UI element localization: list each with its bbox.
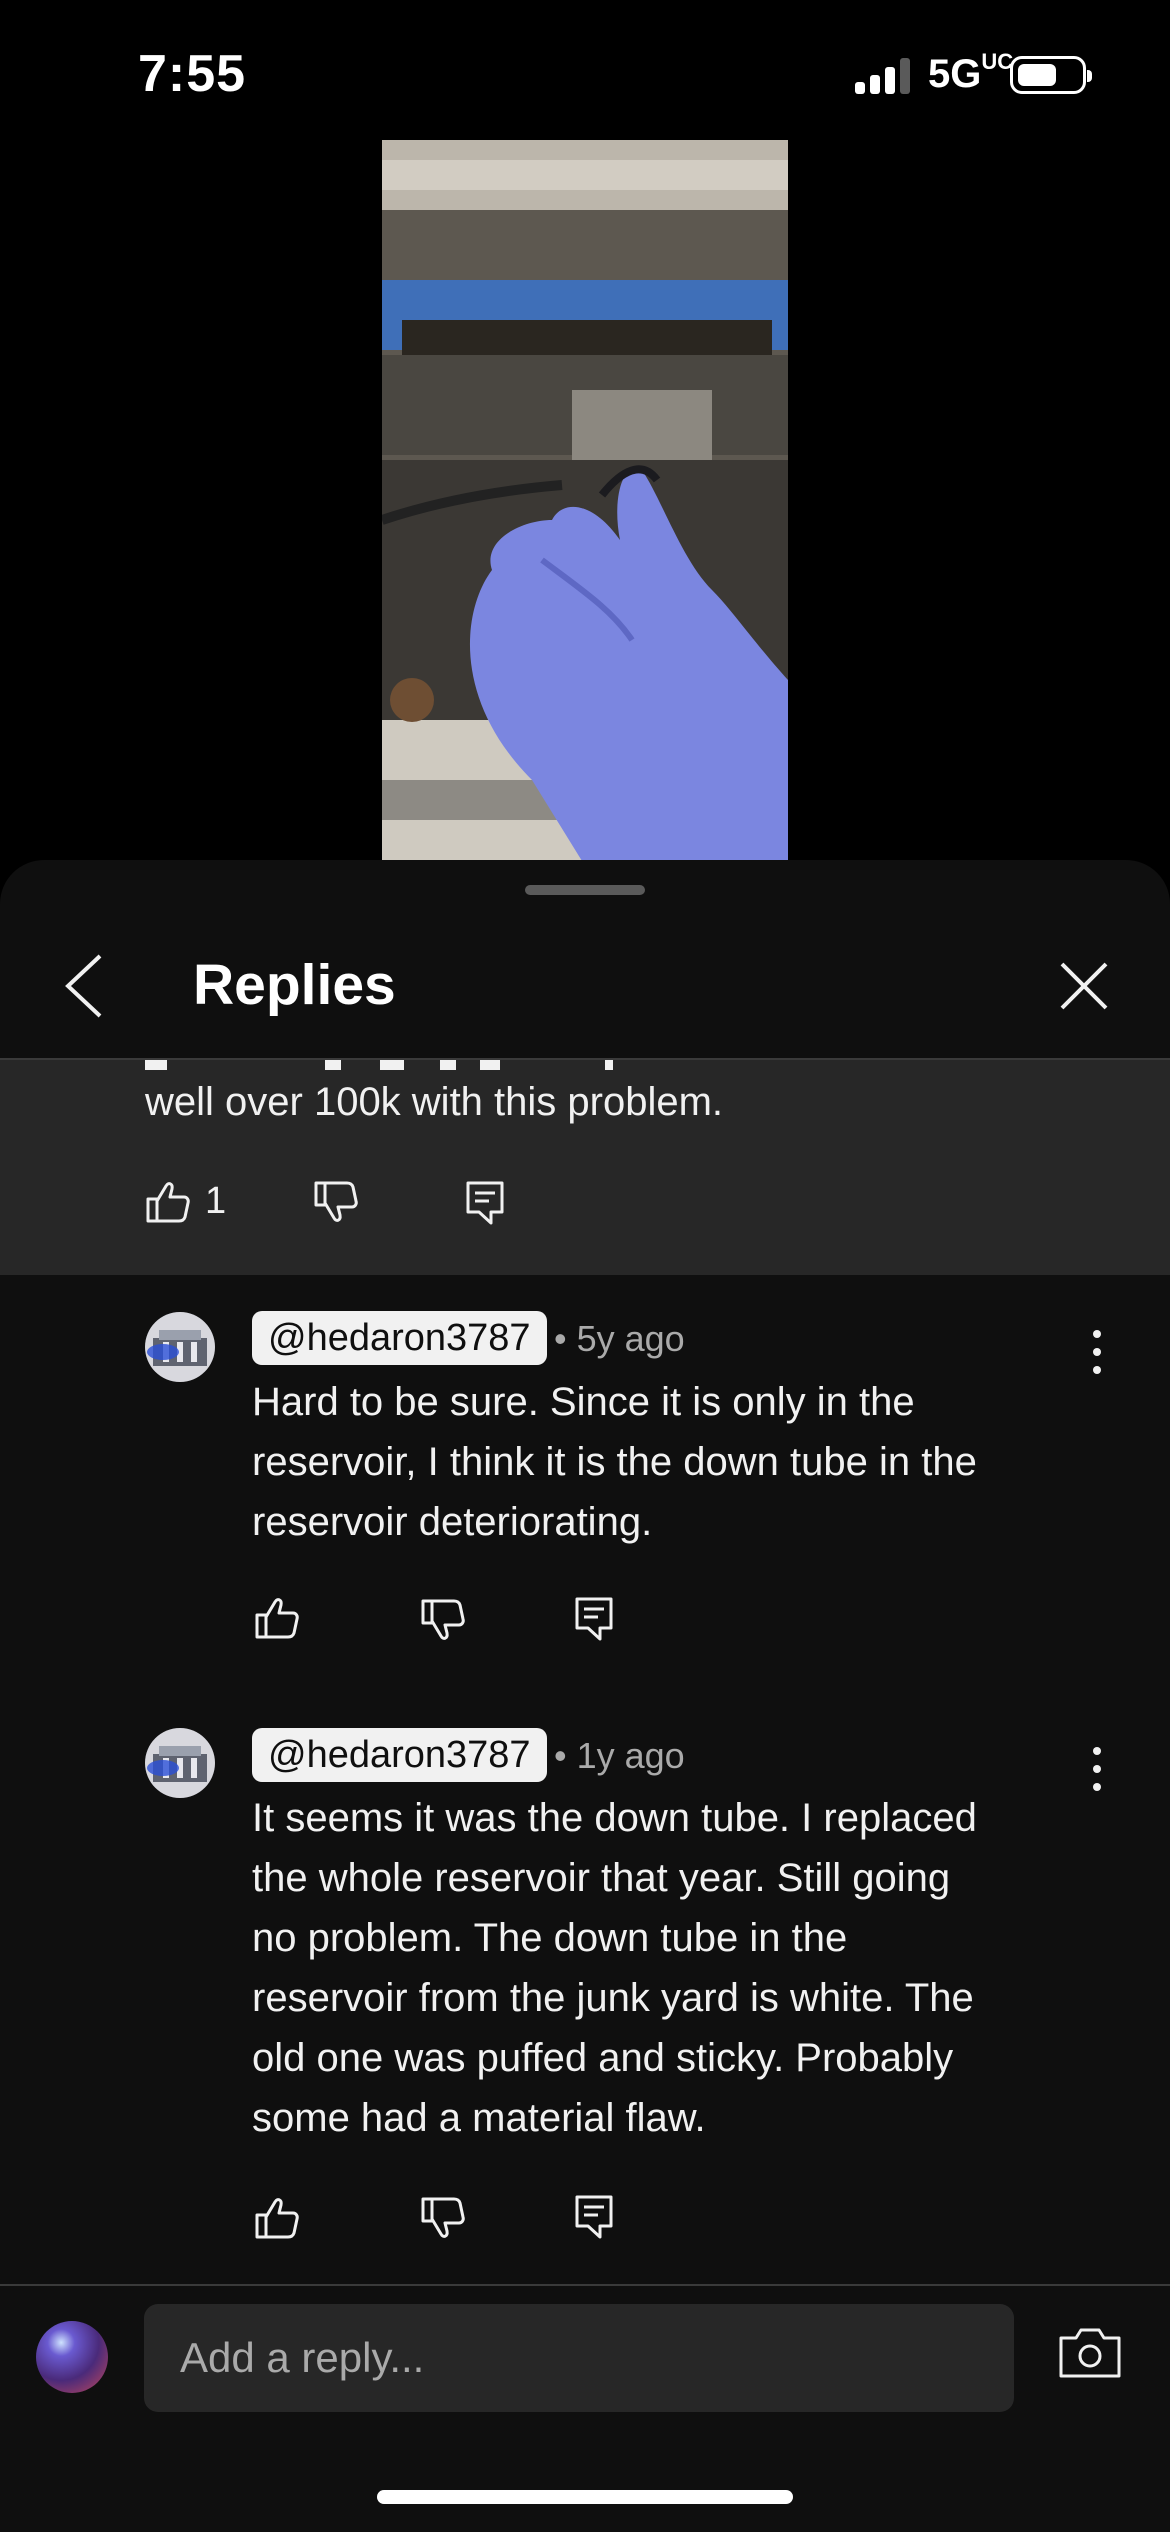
page-title: Replies xyxy=(193,953,396,1017)
avatar-image xyxy=(145,1728,215,1798)
cellular-signal-icon xyxy=(855,58,915,94)
parent-comment-text: well over 100k with this problem. xyxy=(145,1080,724,1124)
camera-icon xyxy=(1059,2328,1121,2378)
close-icon xyxy=(1060,962,1108,1010)
like-button[interactable] xyxy=(254,1596,300,1642)
comment-age: • 1y ago xyxy=(554,1735,685,1776)
video-player[interactable] xyxy=(382,140,788,861)
comment-author-handle[interactable]: @hedaron3787 xyxy=(252,1311,547,1365)
dislike-button[interactable] xyxy=(420,1598,466,1644)
chevron-left-icon xyxy=(65,954,102,1018)
battery-icon xyxy=(1010,56,1092,94)
like-count: 1 xyxy=(205,1180,227,1222)
comment-age: • 5y ago xyxy=(554,1318,685,1359)
thumbs-up-icon xyxy=(255,2198,299,2239)
comment-author-handle[interactable]: @hedaron3787 xyxy=(252,1728,547,1782)
home-indicator[interactable] xyxy=(377,2490,793,2504)
avatar[interactable] xyxy=(145,1312,215,1382)
like-button[interactable] xyxy=(254,2196,300,2242)
video-thumbnail-image xyxy=(382,140,788,861)
comment-text: It seems it was the down tube. I replace… xyxy=(252,1796,977,2140)
reply-comment-icon xyxy=(466,1181,504,1225)
my-avatar xyxy=(36,2321,108,2393)
composer-divider xyxy=(0,2284,1170,2286)
reply-input[interactable] xyxy=(144,2304,1014,2412)
avatar-image xyxy=(36,2321,108,2393)
thumbs-down-icon xyxy=(314,1181,358,1222)
sheet-drag-handle[interactable] xyxy=(525,885,645,895)
status-time: 7:55 xyxy=(138,45,247,103)
avatar-image xyxy=(145,1312,215,1382)
clipped-text-fragment xyxy=(145,1060,705,1074)
reply-button[interactable] xyxy=(574,1596,614,1642)
thumbs-up-icon xyxy=(255,1598,299,1639)
reply-comment-icon xyxy=(575,2195,613,2239)
comment-text: Hard to be sure. Since it is only in the… xyxy=(252,1380,977,1544)
reply-button[interactable] xyxy=(465,1180,505,1226)
dislike-button[interactable] xyxy=(313,1180,359,1226)
avatar[interactable] xyxy=(145,1728,215,1798)
thumbs-down-icon xyxy=(421,2197,465,2238)
reply-comment-icon xyxy=(575,1597,613,1641)
dislike-button[interactable] xyxy=(420,2196,466,2242)
thumbs-down-icon xyxy=(421,1599,465,1640)
reply-button[interactable] xyxy=(574,2194,614,2240)
camera-button[interactable] xyxy=(1058,2326,1122,2380)
network-type: 5GUC xyxy=(928,49,1014,97)
back-button[interactable] xyxy=(56,948,112,1024)
close-button[interactable] xyxy=(1058,960,1110,1012)
thumbs-up-icon xyxy=(146,1182,190,1223)
like-button[interactable]: 1 xyxy=(145,1178,255,1228)
